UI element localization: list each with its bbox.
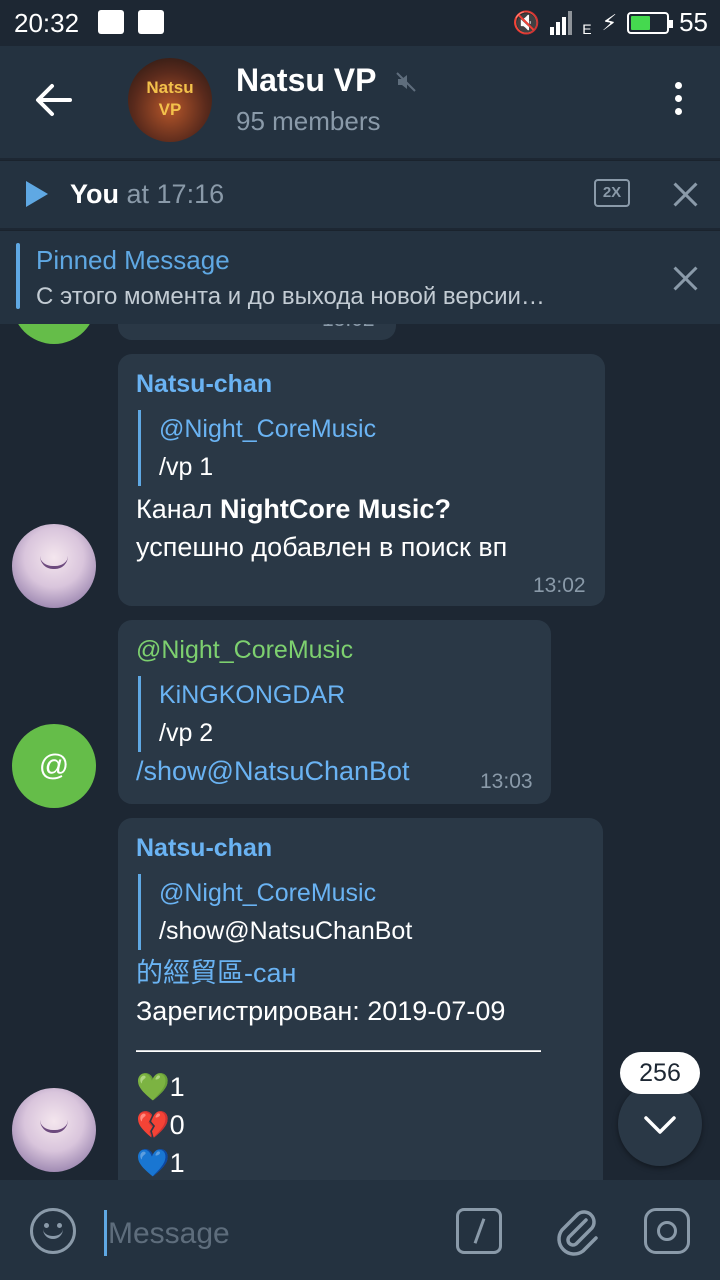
attach-icon[interactable] [552,1204,600,1258]
avatar-text-2: VP [158,100,182,119]
reply-quote[interactable]: KiNGKONGDAR /vp 2 [138,676,345,752]
scroll-down-button[interactable] [618,1082,702,1166]
audio-player-bar[interactable]: You at 17:16 2X [0,160,720,228]
telegram-notification-icon [138,10,164,34]
notification-icon [98,10,124,34]
reply-quote[interactable]: @Night_CoreMusic /show@NatsuChanBot [138,874,412,950]
pinned-message-bar[interactable]: Pinned Message С этого момента и до выхо… [0,230,720,324]
quote-author: @Night_CoreMusic [159,879,377,907]
message-text: Канал NightCore Music? успешно добавлен … [136,490,507,566]
pinned-text: С этого момента и до выхода новой версии… [36,283,545,310]
signal-icon [550,10,573,35]
avatar-text-1: Natsu [146,78,194,97]
chat-header: Natsu VP Natsu VP 95 members [0,46,720,158]
reply-quote[interactable]: @Night_CoreMusic /vp 1 [138,410,376,486]
message-line-name[interactable]: 的經貿區-сан [136,954,541,992]
message-time: 13:03 [480,770,533,793]
quote-text: /vp 2 [159,719,214,747]
avatar[interactable] [12,324,96,344]
message-line-blue-heart: 💙1 [136,1148,185,1178]
battery-icon [627,11,674,34]
quote-text: /vp 1 [159,453,214,481]
message-bubble[interactable]: Natsu-chan @Night_CoreMusic /vp 1 Канал … [118,354,605,606]
avatar[interactable]: @ [12,724,96,808]
message-line-divider: ——————————————— [136,1034,541,1064]
status-time: 20:32 [14,8,80,38]
playback-speed-button[interactable]: 2X [594,179,630,207]
message-line-green-heart: 💚1 [136,1072,185,1102]
back-arrow-icon[interactable] [30,78,80,122]
pinned-title: Pinned Message [36,245,230,275]
status-right: 🔇 E ⚡ 55 [513,7,708,38]
unread-count-badge: 256 [620,1052,700,1094]
message-line-registered: Зарегистрирован: 2019-07-09 [136,996,506,1026]
message-text-bold: NightCore Music? [219,494,451,524]
charging-icon: ⚡ [601,9,618,35]
message-list[interactable]: 13:02 Natsu-chan @Night_CoreMusic /vp 1 … [0,324,720,1180]
message-bubble[interactable]: 13:02 [118,324,396,340]
player-author: You [70,179,119,209]
battery-level: 55 [679,7,708,37]
play-icon[interactable] [26,181,48,207]
message-sender[interactable]: Natsu-chan [136,370,272,399]
mute-status-icon: 🔇 [512,9,541,35]
more-menu-icon[interactable] [672,82,684,122]
quote-author: @Night_CoreMusic [159,415,377,443]
quote-author: KiNGKONGDAR [159,681,346,709]
notification-icons [98,10,164,34]
bot-command-link[interactable]: /show@NatsuChanBot [136,752,410,790]
network-type: E [582,20,592,37]
pinned-accent-bar [16,243,20,309]
chevron-down-icon [644,1116,676,1134]
player-time: at 17:16 [126,179,225,209]
group-avatar[interactable]: Natsu VP [128,58,212,142]
player-info: You at 17:16 [70,179,224,210]
message-input-bar [0,1180,720,1280]
text-cursor [104,1210,107,1256]
emoji-icon[interactable] [30,1208,76,1254]
close-pinned-icon[interactable] [672,265,698,291]
member-count: 95 members [236,106,381,136]
message-line-broken-heart: 💔0 [136,1110,185,1140]
message-input[interactable] [108,1212,428,1256]
message-sender[interactable]: Natsu-chan [136,834,272,863]
chat-title[interactable]: Natsu VP [236,62,376,99]
avatar[interactable] [12,524,96,608]
status-bar: 20:32 🔇 E ⚡ 55 [0,0,720,46]
message-text-prefix: Канал [136,494,220,524]
camera-icon[interactable] [644,1208,690,1254]
close-player-icon[interactable] [672,181,698,207]
message-bubble[interactable]: Natsu-chan @Night_CoreMusic /show@NatsuC… [118,818,603,1180]
message-text: 的經貿區-сан Зарегистрирован: 2019-07-09 ———… [136,954,541,1180]
message-time: 13:02 [533,574,586,597]
message-bubble[interactable]: @Night_CoreMusic KiNGKONGDAR /vp 2 /show… [118,620,551,804]
quote-text: /show@NatsuChanBot [159,917,413,945]
message-sender[interactable]: @Night_CoreMusic [136,636,353,665]
muted-icon [396,72,416,92]
bot-command-icon[interactable] [456,1208,502,1254]
message-time: 13:02 [322,324,375,332]
avatar[interactable] [12,1088,96,1172]
message-text-line2: успешно добавлен в поиск вп [136,532,508,562]
